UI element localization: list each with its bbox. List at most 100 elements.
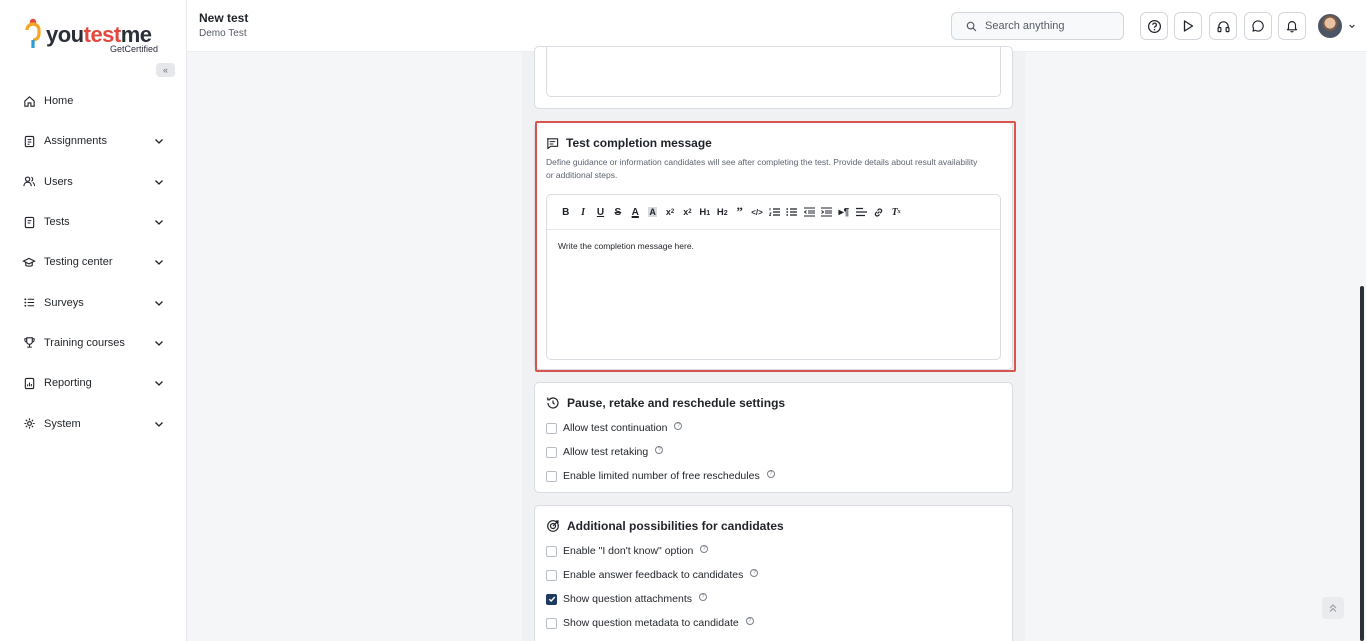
- chevron-down-icon: [155, 381, 163, 387]
- show-question-attachments-row[interactable]: Show question attachments ?: [546, 593, 707, 605]
- checkbox-label: Show question attachments: [563, 593, 692, 605]
- chevron-down-icon: [155, 260, 163, 266]
- search-input[interactable]: Search anything: [951, 12, 1124, 40]
- info-icon[interactable]: ?: [655, 446, 664, 454]
- checkbox[interactable]: [546, 545, 557, 557]
- sidebar-item-surveys[interactable]: Surveys: [0, 282, 186, 322]
- sidebar-item-label: Assignments: [44, 135, 107, 148]
- bell-icon: [1286, 21, 1298, 33]
- sidebar-item-label: Training courses: [44, 336, 125, 349]
- info-icon[interactable]: ?: [674, 422, 683, 430]
- chevron-down-icon: [155, 340, 163, 346]
- pause-retake-title-text: Pause, retake and reschedule settings: [567, 396, 786, 410]
- checkbox-label: Allow test retaking: [563, 446, 649, 458]
- chevron-down-icon: [155, 179, 163, 185]
- show-question-metadata-row[interactable]: Show question metadata to candidate ?: [546, 617, 754, 629]
- assignments-icon: [22, 134, 36, 148]
- sidebar-item-users[interactable]: Users: [0, 162, 186, 202]
- previous-editor-area[interactable]: [546, 47, 1001, 97]
- collapse-sidebar-button[interactable]: «: [156, 63, 175, 77]
- users-icon: [22, 175, 36, 189]
- sidebar-item-reporting[interactable]: Reporting: [0, 363, 186, 403]
- sidebar-item-label: Users: [44, 175, 73, 188]
- checkbox-label: Enable "I don't know" option: [563, 545, 694, 557]
- info-icon[interactable]: ?: [699, 593, 707, 601]
- i-dont-know-option-row[interactable]: Enable "I don't know" option ?: [546, 545, 709, 557]
- checkbox-label: Show question metadata to candidate: [563, 617, 739, 629]
- additional-possibilities-card: Additional possibilities for candidates …: [534, 505, 1013, 641]
- sidebar-item-label: Home: [44, 95, 74, 108]
- checkbox[interactable]: [546, 470, 557, 482]
- answer-feedback-row[interactable]: Enable answer feedback to candidates ?: [546, 569, 759, 581]
- play-button[interactable]: [1174, 12, 1202, 40]
- highlight-frame: [535, 121, 1016, 372]
- checkbox[interactable]: [546, 422, 557, 434]
- checkbox-label: Enable answer feedback to candidates: [563, 569, 744, 581]
- chevron-down-icon[interactable]: [1348, 22, 1356, 30]
- help-button[interactable]: [1140, 12, 1168, 40]
- chevron-down-icon: [155, 421, 163, 427]
- reporting-icon: [22, 376, 36, 390]
- info-icon[interactable]: ?: [700, 545, 709, 553]
- headset-icon: [1216, 20, 1230, 32]
- chat-icon: [1252, 20, 1264, 32]
- sidebar-item-label: Surveys: [44, 296, 84, 309]
- checkbox-label: Enable limited number of free reschedule…: [563, 470, 760, 482]
- additional-possibilities-title-text: Additional possibilities for candidates: [567, 519, 784, 533]
- sidebar-item-training-courses[interactable]: Training courses: [0, 323, 186, 363]
- info-icon[interactable]: ?: [766, 470, 775, 478]
- top-bar: New test Demo Test Search anything: [187, 0, 1366, 52]
- limited-free-reschedules-row[interactable]: Enable limited number of free reschedule…: [546, 470, 775, 482]
- info-icon[interactable]: ?: [750, 569, 759, 577]
- double-chevron-up-icon: [1329, 604, 1337, 612]
- sidebar-item-assignments[interactable]: Assignments: [0, 121, 186, 161]
- notifications-button[interactable]: [1278, 12, 1306, 40]
- avatar[interactable]: [1318, 14, 1342, 38]
- help-icon: [1147, 19, 1161, 33]
- logo[interactable]: youtestme GetCertified: [24, 16, 158, 56]
- info-icon[interactable]: ?: [745, 617, 754, 625]
- sidebar-item-label: Reporting: [44, 377, 92, 390]
- chevron-down-icon: [155, 220, 163, 225]
- pause-retake-title: Pause, retake and reschedule settings: [546, 396, 785, 410]
- sidebar-item-tests[interactable]: Tests: [0, 202, 186, 242]
- play-icon: [1183, 20, 1194, 32]
- allow-test-retaking-row[interactable]: Allow test retaking ?: [546, 446, 664, 458]
- trophy-icon: [22, 336, 36, 350]
- sidebar-nav: Home Assignments Users Tests Testing cen…: [0, 81, 186, 444]
- support-button[interactable]: [1209, 12, 1237, 40]
- tests-icon: [22, 215, 36, 229]
- allow-test-continuation-row[interactable]: Allow test continuation ?: [546, 422, 683, 434]
- sidebar-item-home[interactable]: Home: [0, 81, 186, 121]
- testing-center-icon: [22, 255, 36, 269]
- search-placeholder: Search anything: [985, 20, 1065, 32]
- checkbox-label: Allow test continuation: [563, 422, 668, 434]
- chevron-down-icon: [155, 300, 163, 306]
- chevron-down-icon: [155, 139, 163, 145]
- target-icon: [547, 520, 559, 532]
- surveys-icon: [22, 296, 36, 310]
- sidebar-item-label: System: [44, 417, 81, 430]
- additional-possibilities-title: Additional possibilities for candidates: [546, 519, 784, 533]
- checkbox[interactable]: [546, 446, 557, 458]
- checkbox-checked[interactable]: [546, 593, 557, 605]
- scroll-to-top-button[interactable]: [1322, 597, 1344, 619]
- checkbox[interactable]: [546, 569, 557, 581]
- checkbox[interactable]: [546, 617, 557, 629]
- page-title: New test: [199, 11, 249, 25]
- refresh-clock-icon: [547, 397, 559, 409]
- home-icon: [22, 94, 36, 108]
- page-scrollbar[interactable]: [1360, 286, 1364, 641]
- gear-icon: [22, 417, 36, 431]
- pause-retake-card: Pause, retake and reschedule settings Al…: [534, 382, 1013, 493]
- previous-settings-card: [534, 46, 1013, 109]
- sidebar-item-testing-center[interactable]: Testing center: [0, 242, 186, 282]
- logo-tagline: GetCertified: [110, 44, 159, 54]
- sidebar-item-system[interactable]: System: [0, 403, 186, 443]
- page-subtitle: Demo Test: [199, 28, 247, 39]
- sidebar-item-label: Testing center: [44, 256, 113, 269]
- search-icon: [966, 21, 977, 31]
- checkmark-icon: [548, 596, 555, 603]
- sidebar: youtestme GetCertified « Home Assignment…: [0, 0, 187, 641]
- chat-button[interactable]: [1244, 12, 1272, 40]
